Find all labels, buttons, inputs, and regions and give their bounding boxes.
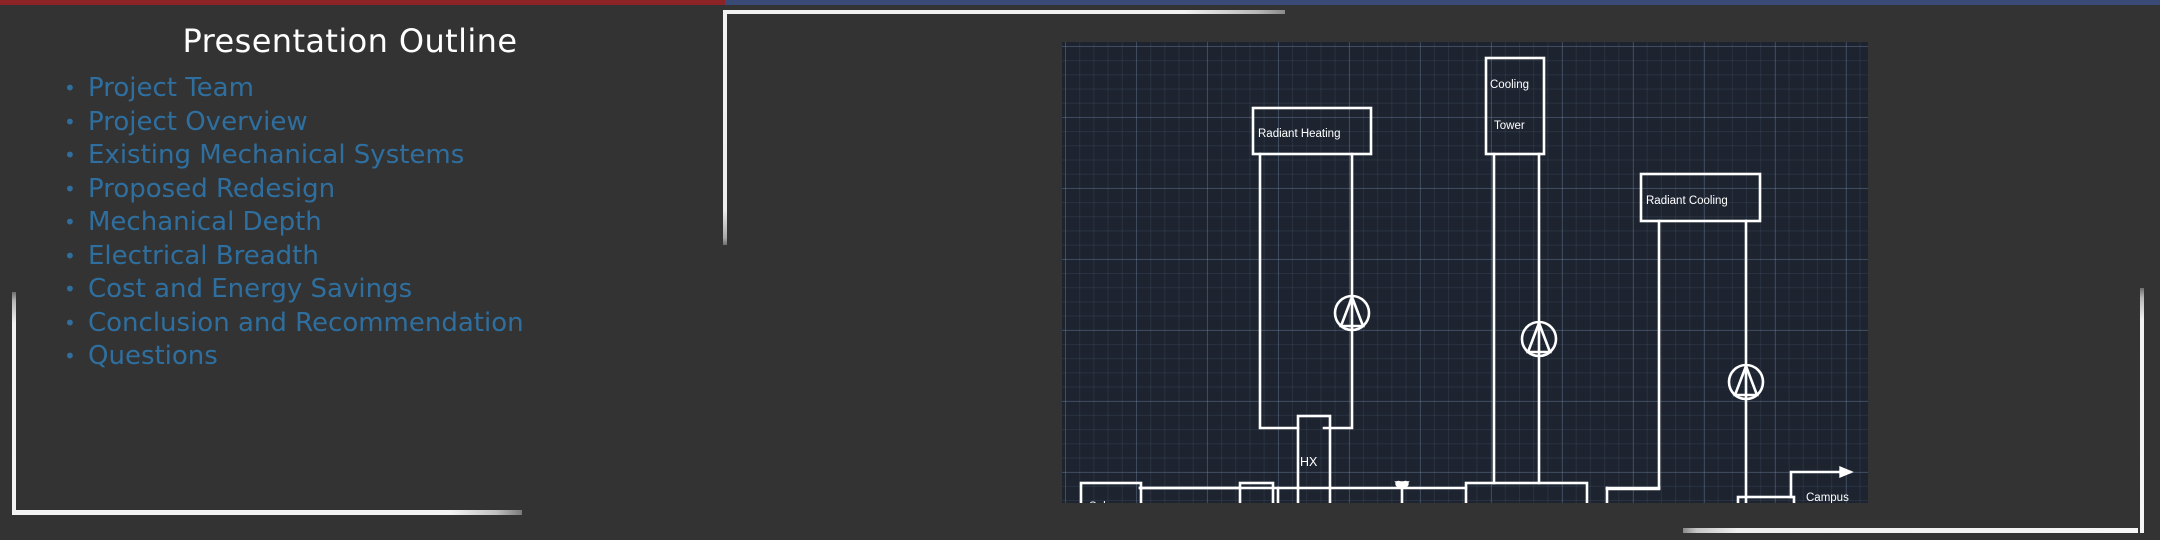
list-item: • Project Team	[62, 72, 702, 106]
outline-list: • Project Team • Project Overview • Existin…	[62, 72, 702, 374]
bullet-icon: •	[64, 344, 76, 368]
bullet-icon: •	[64, 277, 76, 301]
box-cooling-tower	[1484, 56, 1546, 156]
list-item: • Cost and Energy Savings	[62, 273, 702, 307]
label-cooling-tower-line2: Tower	[1494, 120, 1525, 132]
label-hx-radiant-heating: HX	[1300, 455, 1318, 469]
pipe-radiant-heating-return	[1322, 152, 1354, 430]
box-hx-solar	[1238, 481, 1275, 503]
list-item-label: Questions	[88, 341, 218, 371]
label-cooling-tower-line1: Cooling	[1490, 79, 1529, 91]
list-item: • Conclusion and Recommendation	[62, 307, 702, 341]
bullet-icon: •	[64, 143, 76, 167]
bullet-icon: •	[64, 243, 76, 268]
decorative-line-top-horizontal	[723, 10, 1285, 14]
list-item: • Existing Mechanical Systems	[62, 139, 702, 173]
box-chiller	[1464, 481, 1589, 503]
top-accent-bar-red	[0, 0, 725, 5]
bullet-icon: •	[64, 176, 76, 201]
top-accent-bar-blue	[725, 0, 2160, 5]
bullet-icon: •	[64, 76, 76, 100]
list-item: • Mechanical Depth	[62, 206, 702, 240]
list-item-label: Project Overview	[88, 106, 308, 137]
list-item-label: Cost and Energy Savings	[88, 274, 413, 304]
box-solar-panels	[1079, 481, 1143, 503]
pipe-radiant-heating-supply	[1258, 152, 1300, 430]
list-item-label: Conclusion and Recommendation	[88, 307, 524, 338]
bullet-icon: •	[64, 310, 76, 335]
list-item-label: Project Team	[88, 73, 254, 103]
bullet-icon: •	[64, 210, 76, 234]
list-item: • Electrical Breadth	[62, 240, 702, 274]
schematic-svg: Solar Panels Radiant Heating Cooling Tow…	[1079, 56, 1854, 503]
decorative-line-top-vertical	[723, 10, 727, 245]
label-solar-panels-line1: Solar	[1089, 501, 1116, 503]
label-campus-chw-line1: Campus	[1806, 492, 1849, 503]
list-item-label: Proposed Redesign	[88, 173, 336, 204]
mechanical-system-schematic: Solar Panels Radiant Heating Cooling Tow…	[1062, 42, 1868, 503]
decorative-line-bottom-left-vertical	[12, 292, 16, 514]
pipe-radiant-cooling-supply	[1605, 219, 1661, 491]
decorative-line-bottom-right-horizontal	[1683, 528, 2138, 533]
list-item-label: Existing Mechanical Systems	[88, 140, 465, 170]
list-item: • Proposed Redesign	[62, 173, 702, 207]
label-radiant-heating: Radiant Heating	[1258, 128, 1340, 140]
list-item: • Project Overview	[62, 106, 702, 140]
presentation-slide: Presentation Outline • Project Team • Proj…	[0, 0, 2160, 540]
decorative-line-right-vertical	[2140, 288, 2144, 533]
bullet-icon: •	[64, 109, 76, 134]
list-item-label: Mechanical Depth	[88, 207, 322, 237]
label-radiant-cooling: Radiant Cooling	[1646, 195, 1728, 207]
list-item: • Questions	[62, 340, 702, 374]
decorative-line-bottom-left-horizontal	[12, 510, 522, 515]
page-title: Presentation Outline	[182, 22, 518, 60]
list-item-label: Electrical Breadth	[88, 240, 319, 271]
